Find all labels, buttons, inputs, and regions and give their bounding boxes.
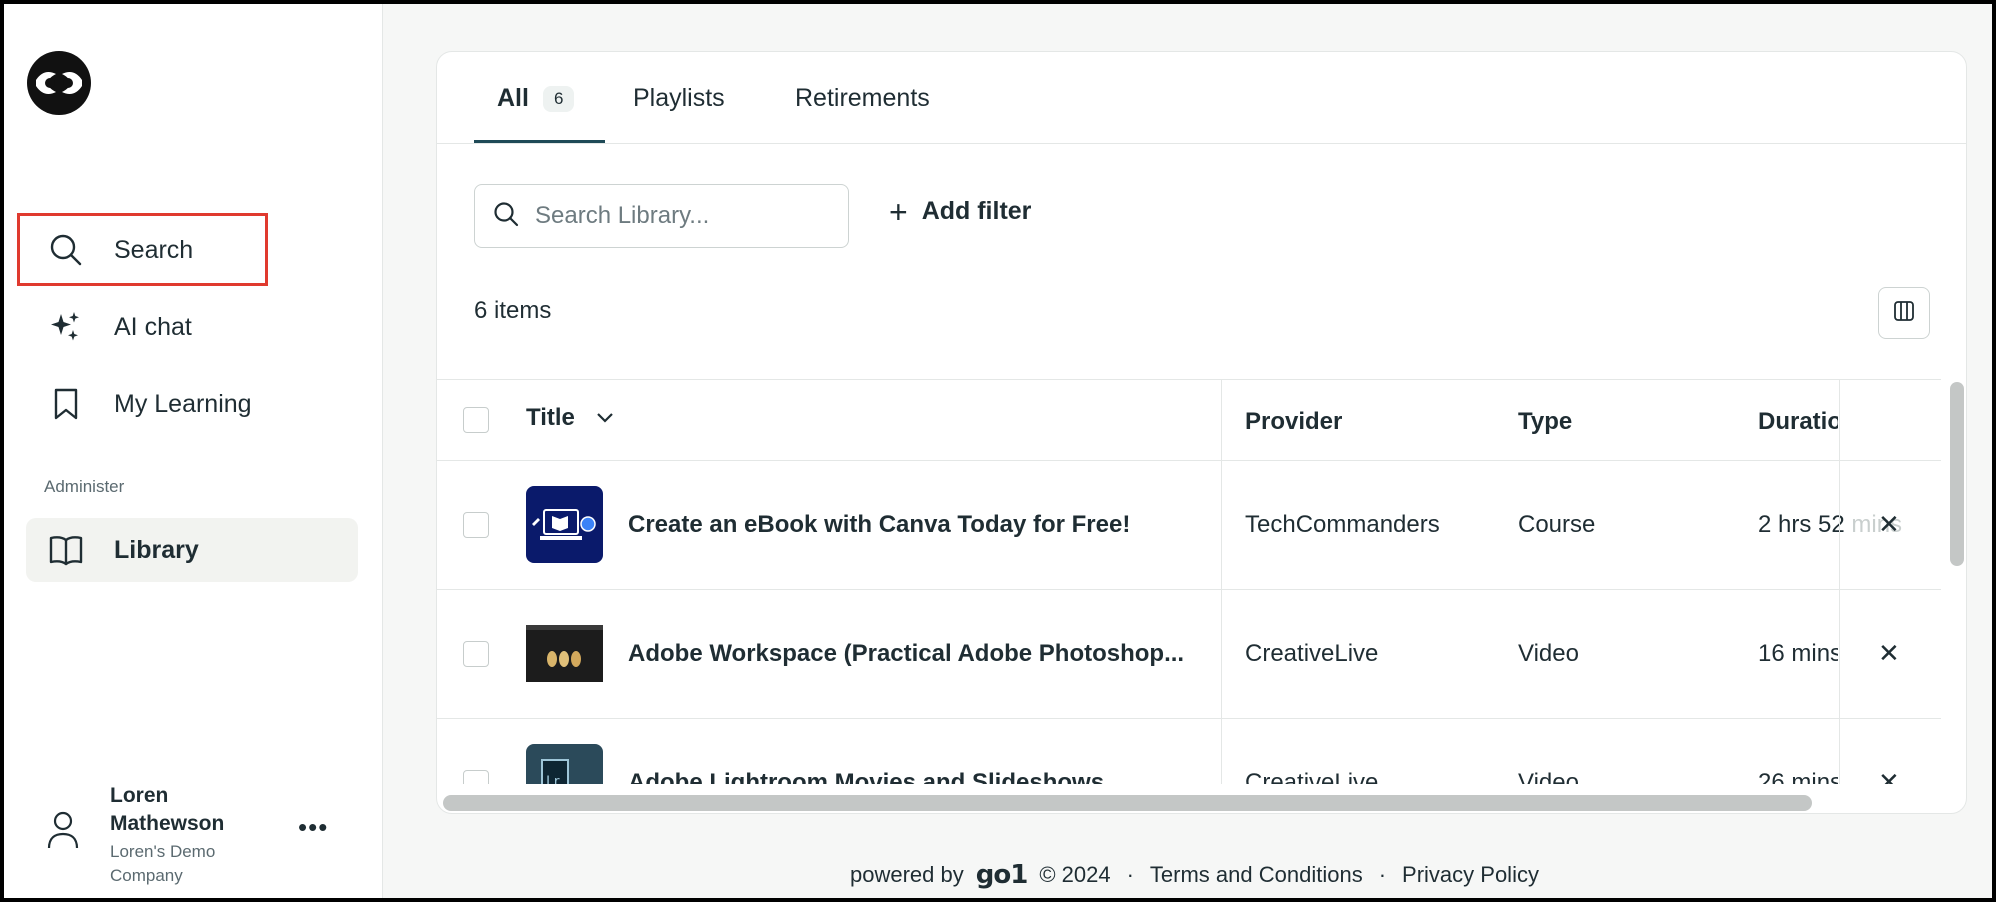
footer-separator: · [1126,862,1134,887]
column-header-title[interactable]: Title [526,404,615,432]
user-profile[interactable]: Loren Mathewson Loren's Demo Company ••• [26,776,356,886]
sparkle-icon [48,309,84,345]
row-checkbox[interactable] [463,512,489,538]
columns-icon [1893,300,1915,327]
svg-text:Lr: Lr [546,774,560,784]
tab-playlists[interactable]: Playlists [633,84,725,113]
go1-brand-logo: go1 [975,860,1029,890]
active-tab-indicator [474,140,605,143]
remove-icon[interactable]: ✕ [1878,509,1900,540]
search-library-box[interactable] [474,184,849,248]
row-duration-value: 2 hrs 52 [1758,511,1845,538]
row-type: Course [1518,511,1596,538]
search-icon [493,201,519,232]
user-company: Loren's Demo Company [110,842,216,885]
add-filter-label: Add filter [921,197,1032,225]
sidebar-item-label: Search [114,235,194,264]
row-provider: CreativeLive [1245,640,1379,667]
table-row[interactable]: Create an eBook with Canva Today for Fre… [437,461,1941,590]
select-all-checkbox[interactable] [463,407,489,433]
table-row[interactable]: Lr Adobe Lightroom Movies and Slideshows… [437,719,1941,784]
app-window: Search AI chat My Learning Administer Li… [4,4,1992,898]
sidebar-item-library[interactable]: Library [26,518,358,582]
column-divider [1221,380,1222,784]
section-label-administer: Administer [44,477,125,496]
vertical-scrollbar[interactable] [1950,382,1964,566]
library-panel: All 6 Playlists Retirements + Add filter… [436,51,1967,814]
sidebar-item-label: Library [114,535,199,564]
sidebar-item-ai-chat[interactable]: AI chat [26,295,358,359]
row-checkbox[interactable] [463,770,489,784]
library-table: Title Provider Type Duration [437,379,1941,784]
table-row[interactable]: Adobe Workspace (Practical Adobe Photosh… [437,590,1941,719]
lightroom-thumbnail: Lr [526,744,603,784]
row-title[interactable]: Adobe Workspace (Practical Adobe Photosh… [628,640,1208,668]
tab-label: All [497,84,529,112]
columns-toggle-button[interactable] [1878,287,1930,339]
remove-icon[interactable]: ✕ [1878,767,1900,784]
user-name: Loren Mathewson [110,784,225,835]
copyright-text: © 2024 [1039,862,1111,887]
column-header-label: Title [526,404,575,431]
search-library-input[interactable] [535,202,835,230]
tab-retirements[interactable]: Retirements [795,84,930,113]
plus-icon: + [889,193,908,230]
privacy-link[interactable]: Privacy Policy [1402,862,1539,888]
add-filter-button[interactable]: + Add filter [889,193,1032,230]
footer: powered by go1 © 2024 · Terms and Condit… [850,860,1539,890]
ebook-thumbnail [526,486,603,563]
column-header-type[interactable]: Type [1518,408,1572,436]
row-provider: CreativeLive [1245,769,1379,784]
tab-all[interactable]: All 6 [497,84,575,113]
row-title[interactable]: Adobe Lightroom Movies and Slideshows... [628,769,1208,784]
chevron-down-icon[interactable] [595,411,615,425]
terms-link[interactable]: Terms and Conditions [1150,862,1363,888]
more-options-icon[interactable]: ••• [298,812,334,842]
sidebar-item-my-learning[interactable]: My Learning [26,372,358,436]
row-duration: 26 mins [1758,769,1838,784]
column-header-provider[interactable]: Provider [1245,408,1342,436]
row-provider: TechCommanders [1245,511,1440,538]
row-duration: 16 mins [1758,640,1838,667]
row-type: Video [1518,640,1579,667]
open-book-icon [48,532,84,568]
powered-by-text: powered by [850,862,964,887]
tab-count-badge: 6 [542,85,575,112]
sidebar-item-search[interactable]: Search [26,218,358,282]
remove-icon[interactable]: ✕ [1878,638,1900,669]
row-title[interactable]: Create an eBook with Canva Today for Fre… [628,511,1208,539]
column-header-duration[interactable]: Duration [1758,408,1838,436]
go1-logo-icon[interactable] [26,50,92,116]
horizontal-scrollbar[interactable] [443,795,1812,811]
column-divider [1839,380,1840,784]
bookmark-icon [48,386,84,422]
table-header: Title Provider Type Duration [437,380,1941,461]
sidebar-item-label: AI chat [114,312,192,341]
search-icon [48,232,84,268]
row-type: Video [1518,769,1579,784]
items-count: 6 items [474,297,552,324]
tab-bar: All 6 Playlists Retirements [437,52,1966,144]
sidebar-item-label: My Learning [114,389,252,418]
sidebar: Search AI chat My Learning Administer Li… [4,4,383,898]
row-checkbox[interactable] [463,641,489,667]
user-icon [46,810,80,850]
footer-separator: · [1378,862,1387,887]
photoshop-thumbnail [526,615,603,692]
